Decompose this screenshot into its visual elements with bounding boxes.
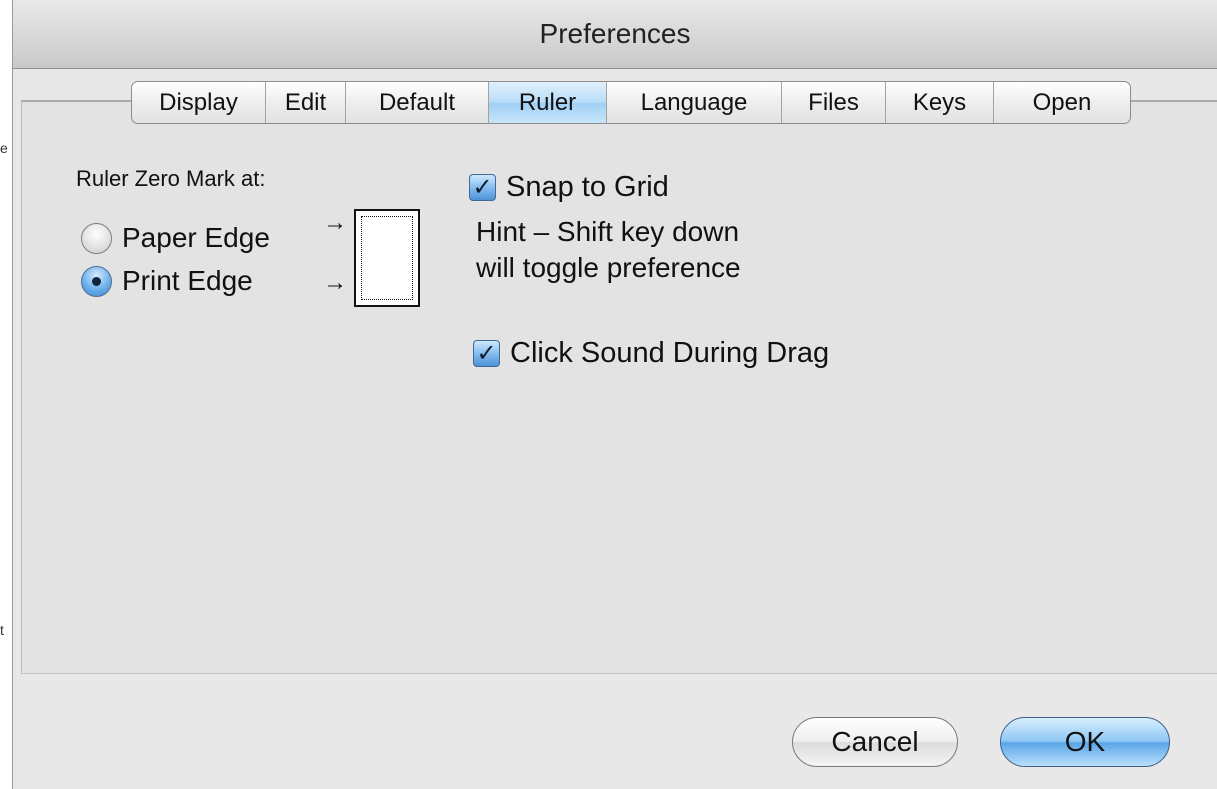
tab-language[interactable]: Language	[607, 82, 782, 123]
radio-print-edge[interactable]: Print Edge	[81, 265, 253, 297]
radio-button[interactable]	[81, 222, 112, 254]
radio-label: Print Edge	[122, 265, 253, 296]
tab-ruler[interactable]: Ruler	[489, 82, 607, 123]
ok-button[interactable]: OK	[1000, 717, 1170, 767]
snap-to-grid-checkbox[interactable]: ✓ Snap to Grid	[469, 171, 669, 204]
radio-paper-edge[interactable]: Paper Edge	[81, 222, 270, 254]
tab-bar: Display Edit Default Ruler Language File…	[131, 81, 1131, 124]
tab-edit[interactable]: Edit	[266, 82, 346, 123]
click-sound-checkbox[interactable]: ✓ Click Sound During Drag	[473, 337, 829, 370]
hint-line-1: Hint – Shift key down	[476, 216, 740, 247]
radio-button[interactable]	[81, 265, 112, 297]
hint-line-2: will toggle preference	[476, 252, 741, 283]
tab-files[interactable]: Files	[782, 82, 886, 123]
right-arrow-icon: →	[323, 209, 347, 236]
snap-hint: Hint – Shift key down will toggle prefer…	[476, 214, 741, 286]
preferences-window: Preferences Display Edit Default Ruler L…	[12, 0, 1217, 789]
tab-divider-left	[21, 100, 131, 102]
edge-mark: t	[0, 622, 4, 638]
tab-keys[interactable]: Keys	[886, 82, 994, 123]
checkmark-icon[interactable]: ✓	[473, 340, 500, 367]
paper-edge-shape	[354, 209, 420, 307]
print-edge-shape	[361, 216, 413, 300]
page-diagram-icon: → →	[322, 205, 432, 310]
cancel-button[interactable]: Cancel	[792, 717, 958, 767]
radio-label: Paper Edge	[122, 222, 270, 253]
checkmark-icon[interactable]: ✓	[469, 174, 496, 201]
edge-mark: e	[0, 140, 8, 156]
snap-to-grid-label: Snap to Grid	[506, 171, 669, 203]
tab-open[interactable]: Open	[994, 82, 1130, 123]
window-title: Preferences	[539, 18, 691, 49]
tab-divider-right	[1131, 100, 1217, 102]
tab-display[interactable]: Display	[132, 82, 266, 123]
tab-default[interactable]: Default	[346, 82, 489, 123]
right-arrow-icon: →	[323, 269, 347, 296]
titlebar[interactable]: Preferences	[13, 0, 1217, 69]
ruler-zero-mark-label: Ruler Zero Mark at:	[76, 166, 266, 191]
click-sound-label: Click Sound During Drag	[510, 337, 830, 369]
